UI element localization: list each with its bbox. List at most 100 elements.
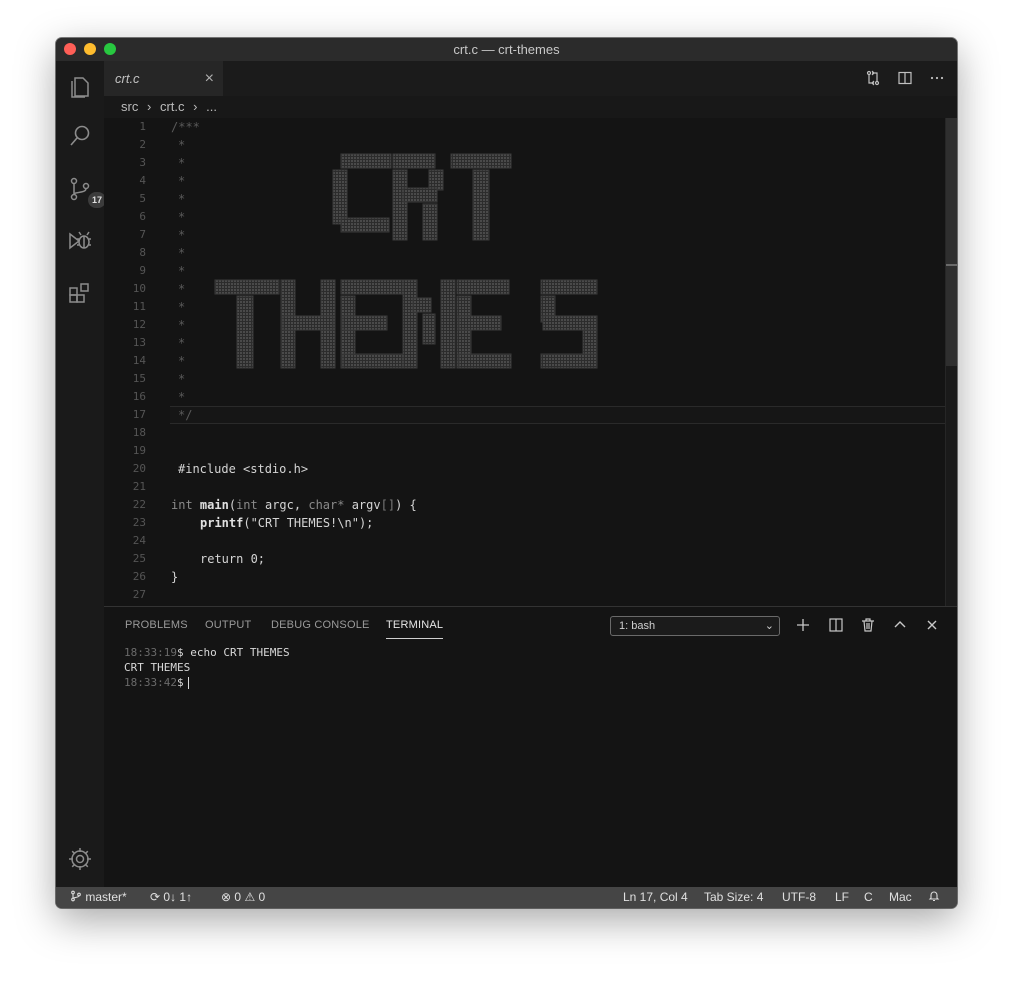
breadcrumb: src › crt.c › ... bbox=[104, 96, 957, 118]
keymap[interactable]: Mac bbox=[889, 887, 912, 908]
close-panel-icon[interactable] bbox=[924, 617, 940, 633]
breadcrumb-file[interactable]: crt.c bbox=[160, 99, 185, 114]
tab-terminal[interactable]: TERMINAL bbox=[386, 619, 444, 639]
scrollbar-cursor-marker bbox=[946, 264, 957, 266]
terminal-line: CRT THEMES bbox=[124, 661, 191, 674]
encoding[interactable]: UTF-8 bbox=[782, 887, 816, 908]
maximize-panel-icon[interactable] bbox=[892, 617, 908, 633]
sync-status[interactable]: ⟳ 0↓ 1↑ bbox=[150, 887, 192, 908]
line-number: 10 bbox=[132, 282, 146, 295]
bell-icon[interactable] bbox=[928, 887, 940, 908]
ascii-block bbox=[342, 353, 404, 369]
new-terminal-icon[interactable] bbox=[795, 617, 811, 633]
line-number: 22 bbox=[132, 498, 146, 511]
tab-debug-console[interactable]: DEBUG CONSOLE bbox=[271, 619, 370, 639]
explorer-icon[interactable] bbox=[66, 72, 94, 100]
source-control-icon[interactable]: 17 bbox=[66, 175, 106, 208]
breadcrumb-symbols[interactable]: ... bbox=[206, 99, 217, 114]
ascii-block bbox=[472, 169, 490, 241]
ascii-block bbox=[340, 153, 392, 169]
ascii-block bbox=[412, 297, 432, 313]
warning-count: 0 bbox=[258, 890, 266, 904]
ascii-block bbox=[428, 169, 444, 191]
line-number: 18 bbox=[132, 426, 146, 439]
editor-scrollbar[interactable] bbox=[945, 118, 957, 606]
breadcrumb-separator: › bbox=[146, 99, 152, 114]
code-line-22: int main(int argc, char* argv[]) { bbox=[171, 498, 417, 512]
breadcrumb-src[interactable]: src bbox=[121, 99, 138, 114]
end-of-line[interactable]: LF bbox=[835, 887, 849, 908]
zoom-window-button[interactable] bbox=[104, 43, 116, 55]
line-number: 1 bbox=[139, 120, 146, 133]
trash-icon[interactable] bbox=[860, 617, 876, 633]
line-number: 24 bbox=[132, 534, 146, 547]
ascii-block bbox=[392, 169, 408, 241]
ascii-block bbox=[456, 279, 510, 295]
scrollbar-thumb[interactable] bbox=[946, 118, 957, 366]
branch-status[interactable]: master* bbox=[70, 887, 127, 908]
ascii-block bbox=[422, 203, 438, 241]
tab-size[interactable]: Tab Size: 4 bbox=[704, 887, 763, 908]
ascii-block bbox=[392, 153, 436, 169]
tab-close-icon[interactable]: × bbox=[205, 61, 214, 96]
line-number: 13 bbox=[132, 336, 146, 349]
line-number: 9 bbox=[139, 264, 146, 277]
more-actions-icon[interactable] bbox=[929, 70, 945, 86]
ascii-block bbox=[540, 353, 598, 369]
terminal-line: 18:33:19$ echo CRT THEMES bbox=[124, 646, 290, 659]
line-number: 12 bbox=[132, 318, 146, 331]
line-number: 23 bbox=[132, 516, 146, 529]
code-line-26: } bbox=[171, 570, 179, 584]
sync-counts: 0↓ 1↑ bbox=[163, 890, 193, 904]
tab-bar: crt.c × bbox=[104, 61, 957, 96]
tab-label: crt.c bbox=[115, 71, 140, 86]
code-editor[interactable]: 1 2 3 4 5 6 7 8 9 10 11 12 13 14 15 16 17 18 19 20 21 22 23 24 2… bbox=[104, 118, 957, 606]
debug-icon[interactable] bbox=[66, 227, 94, 255]
line-number: 6 bbox=[139, 210, 146, 223]
tab-output[interactable]: OUTPUT bbox=[205, 619, 251, 639]
editor-actions bbox=[865, 70, 945, 86]
ascii-block bbox=[332, 169, 348, 225]
line-number: 15 bbox=[132, 372, 146, 385]
split-terminal-icon[interactable] bbox=[828, 617, 844, 633]
minimize-window-button[interactable] bbox=[84, 43, 96, 55]
close-window-button[interactable] bbox=[64, 43, 76, 55]
terminal-select[interactable]: 1: bash ⌄ bbox=[610, 616, 780, 636]
ascii-block bbox=[402, 279, 418, 369]
status-bar: master* ⟳ 0↓ 1↑ ⊗ 0 ⚠ 0 Ln 17, Col 4 Tab… bbox=[56, 887, 957, 908]
line-number: 16 bbox=[132, 390, 146, 403]
window-title: crt.c — crt-themes bbox=[453, 42, 560, 57]
terminal-cursor bbox=[187, 677, 189, 689]
terminal-select-value: 1: bash bbox=[619, 620, 656, 632]
code-area[interactable]: /*** * * * * * * * * * * * * * * * */ #include <stdio.… bbox=[171, 118, 951, 606]
warning-icon: ⚠ bbox=[244, 890, 256, 904]
problems-status[interactable]: ⊗ 0 ⚠ 0 bbox=[221, 887, 265, 908]
line-number: 3 bbox=[139, 156, 146, 169]
tab-crt-c[interactable]: crt.c × bbox=[104, 61, 223, 96]
code-line-25: return 0; bbox=[200, 552, 266, 566]
line-number: 7 bbox=[139, 228, 146, 241]
search-icon[interactable] bbox=[66, 122, 94, 150]
activity-bar: 17 bbox=[56, 61, 106, 887]
ascii-block bbox=[540, 279, 598, 295]
extensions-icon[interactable] bbox=[66, 279, 94, 307]
open-changes-icon[interactable] bbox=[865, 70, 881, 86]
line-number: 26 bbox=[132, 570, 146, 583]
line-number: 27 bbox=[132, 588, 146, 601]
line-number: 17 bbox=[132, 408, 146, 421]
settings-gear-icon[interactable] bbox=[66, 845, 94, 873]
tab-problems[interactable]: PROBLEMS bbox=[125, 619, 188, 639]
ascii-block bbox=[340, 279, 404, 295]
bottom-panel: PROBLEMS OUTPUT DEBUG CONSOLE TERMINAL 1… bbox=[104, 606, 957, 887]
cursor-position[interactable]: Ln 17, Col 4 bbox=[623, 887, 688, 908]
branch-name: master* bbox=[85, 890, 127, 904]
split-editor-icon[interactable] bbox=[897, 70, 913, 86]
ascii-art-crt-themes bbox=[214, 153, 598, 369]
terminal-output[interactable]: 18:33:19$ echo CRT THEMES CRT THEMES 18:… bbox=[124, 645, 290, 690]
terminal-line: 18:33:42$ bbox=[124, 675, 290, 690]
code-line-23: printf("CRT THEMES!\n"); bbox=[200, 516, 374, 530]
language-mode[interactable]: C bbox=[864, 887, 873, 908]
line-number: 11 bbox=[132, 300, 146, 313]
line-number: 5 bbox=[139, 192, 146, 205]
ascii-block bbox=[342, 315, 388, 331]
